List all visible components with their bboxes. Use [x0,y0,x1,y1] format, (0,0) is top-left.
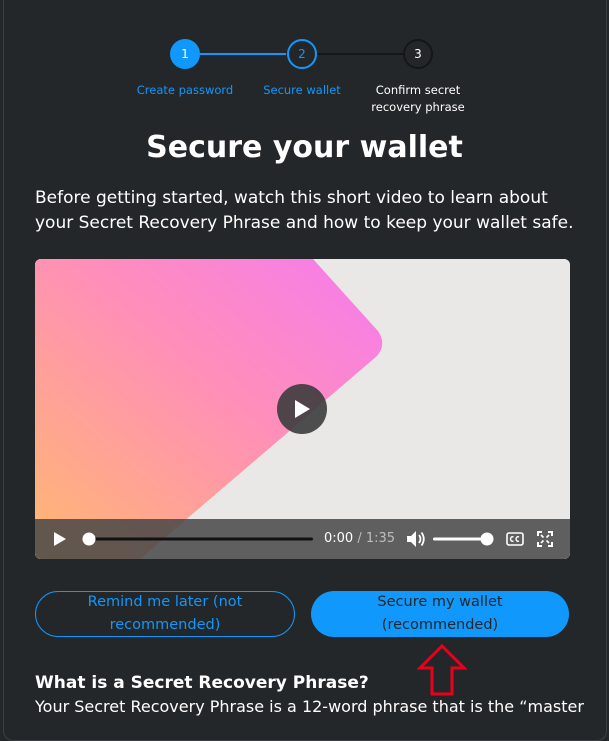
step-2-circle: 2 [287,39,317,69]
video-controls: 0:00 / 1:35 [35,519,570,559]
step-2-label: Secure wallet [263,83,341,97]
volume-thumb[interactable] [480,532,494,546]
seek-thumb[interactable] [82,532,96,546]
play-icon [295,400,310,418]
remind-me-later-button[interactable]: Remind me later (not recommended) [35,591,295,637]
time-separator: / [353,531,366,546]
volume-button[interactable] [404,519,428,559]
video-player[interactable]: 0:00 / 1:35 [35,259,570,559]
step-3-label: Confirm secret recovery phrase [353,82,483,116]
progress-stepper: 1 2 3 Create password Secure wallet Conf… [0,0,609,120]
step-2-number: 2 [298,47,306,61]
step-connector-2 [317,53,403,55]
duration: 1:35 [365,531,396,546]
play-icon [54,532,66,546]
step-connector-1 [200,53,286,55]
time-display: 0:00 / 1:35 [324,531,395,546]
secure-my-wallet-label: Secure my wallet (recommended) [377,594,503,633]
secure-my-wallet-button[interactable]: Secure my wallet (recommended) [311,591,569,637]
step-3-circle: 3 [403,39,433,69]
play-overlay-button[interactable] [277,384,327,434]
fullscreen-button[interactable] [533,519,557,559]
step-1-circle: 1 [170,39,200,69]
remind-me-later-label: Remind me later (not recommended) [87,594,243,633]
step-1-label: Create password [136,83,234,97]
volume-slider[interactable] [431,529,497,549]
volume-icon [407,531,425,547]
seek-bar[interactable] [79,529,319,549]
intro-text: Before getting started, watch this short… [35,188,574,233]
seek-track [87,537,313,541]
current-time: 0:00 [324,531,354,546]
step-3-label-line1: Confirm secret [375,83,461,97]
captions-icon [506,532,524,546]
section-text: Your Secret Recovery Phrase is a 12-word… [35,697,584,716]
step-3-number: 3 [414,47,422,61]
step-3-label-line2: recovery phrase [371,100,465,114]
step-1-number: 1 [181,47,189,61]
section-heading: What is a Secret Recovery Phrase? [35,673,369,693]
fullscreen-icon [537,531,553,547]
play-button[interactable] [47,519,73,559]
annotation-arrow-icon [417,644,467,696]
page-title: Secure your wallet [146,130,463,165]
captions-button[interactable] [503,519,527,559]
